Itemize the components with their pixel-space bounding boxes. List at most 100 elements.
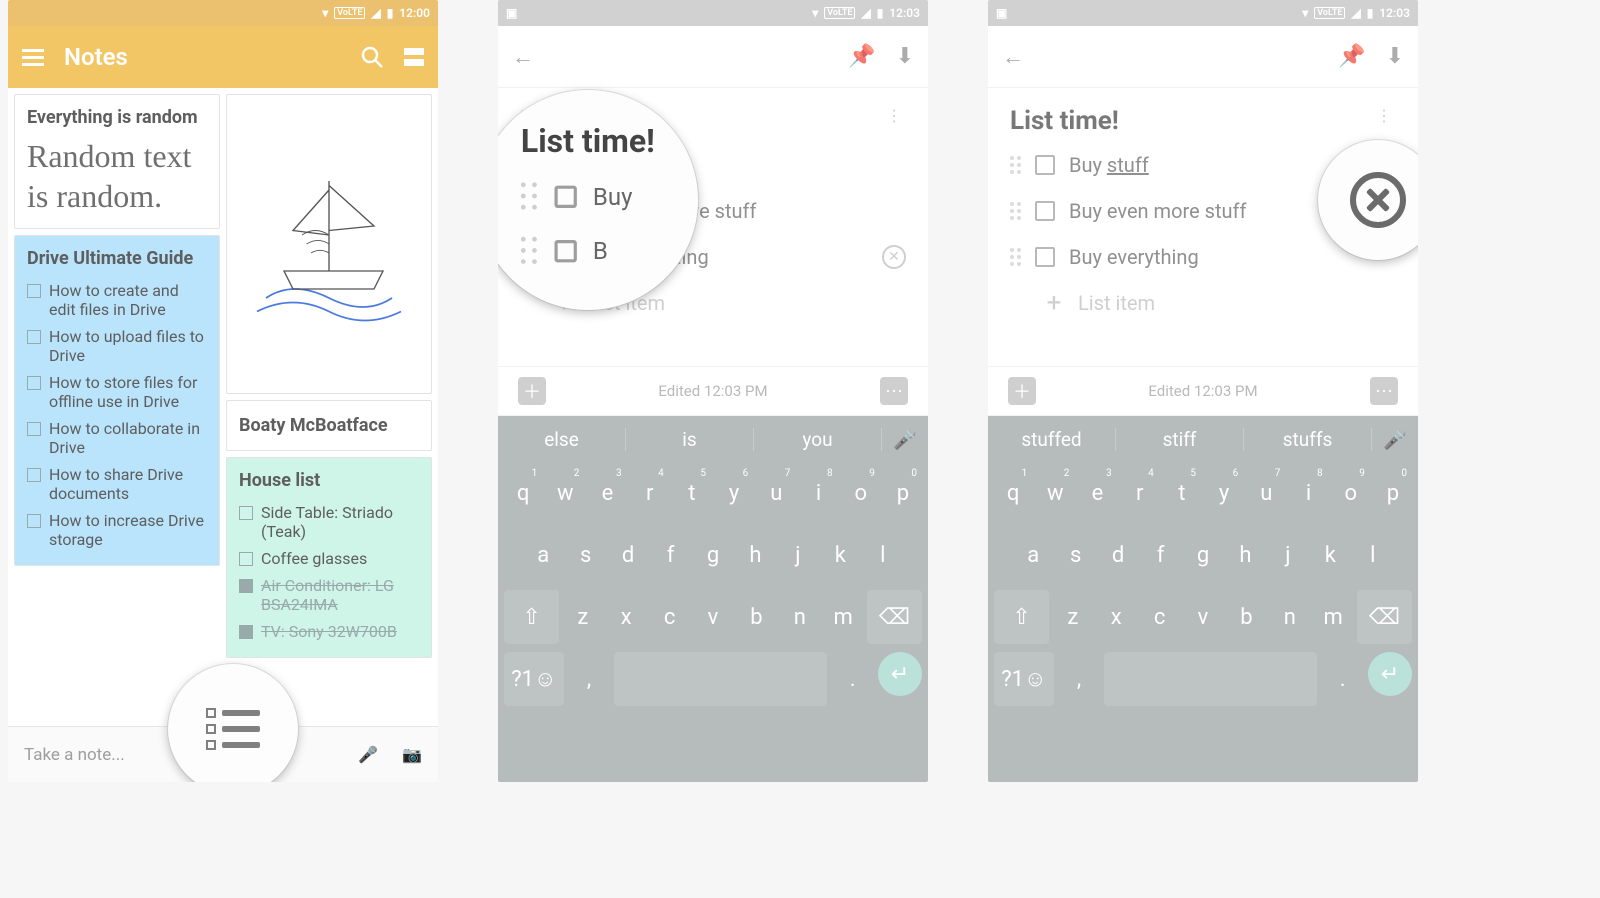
key[interactable]: j: [1269, 528, 1307, 582]
suggestion[interactable]: is: [626, 428, 754, 451]
shift-key[interactable]: ⇧: [994, 590, 1049, 644]
key[interactable]: i8: [799, 466, 837, 520]
add-content-button[interactable]: ＋: [518, 377, 546, 405]
symbols-key[interactable]: ?1☺: [994, 652, 1054, 706]
key[interactable]: n: [1270, 590, 1309, 644]
key[interactable]: b: [737, 590, 776, 644]
pin-icon[interactable]: 📌: [848, 44, 875, 69]
key[interactable]: d: [1099, 528, 1137, 582]
key[interactable]: a: [1014, 528, 1052, 582]
key[interactable]: k: [821, 528, 859, 582]
mic-icon[interactable]: 🎤: [358, 745, 378, 764]
key[interactable]: v: [1183, 590, 1222, 644]
key[interactable]: g: [1184, 528, 1222, 582]
key[interactable]: j: [779, 528, 817, 582]
checkbox[interactable]: [1035, 201, 1055, 221]
enter-key[interactable]: ↵: [1368, 652, 1412, 696]
key[interactable]: e3: [588, 466, 626, 520]
key[interactable]: u7: [757, 466, 795, 520]
note-card-random[interactable]: Everything is random Random text is rand…: [14, 94, 220, 229]
key[interactable]: t5: [673, 466, 711, 520]
space-key[interactable]: [614, 652, 827, 706]
symbols-key[interactable]: ?1☺: [504, 652, 564, 706]
backspace-key[interactable]: ⌫: [867, 590, 922, 644]
shift-key[interactable]: ⇧: [504, 590, 559, 644]
key[interactable]: x: [607, 590, 646, 644]
pin-icon[interactable]: 📌: [1338, 44, 1365, 69]
note-card-boat-title[interactable]: Boaty McBoatface: [226, 400, 432, 451]
checkbox[interactable]: [1035, 247, 1055, 267]
key[interactable]: q1: [504, 466, 542, 520]
reminder-icon[interactable]: ⋮: [886, 106, 928, 125]
key[interactable]: m: [823, 590, 862, 644]
suggestion[interactable]: else: [498, 428, 626, 451]
more-button[interactable]: ⋯: [880, 377, 908, 405]
enter-key[interactable]: ↵: [878, 652, 922, 696]
suggestion[interactable]: you: [754, 428, 882, 451]
key[interactable]: c: [1140, 590, 1179, 644]
period-key[interactable]: .: [1321, 652, 1364, 706]
key[interactable]: i8: [1289, 466, 1327, 520]
reminder-icon[interactable]: ⋮: [1376, 106, 1418, 125]
key[interactable]: r4: [631, 466, 669, 520]
key[interactable]: o9: [1332, 466, 1370, 520]
key[interactable]: h: [1226, 528, 1264, 582]
key[interactable]: r4: [1121, 466, 1159, 520]
suggestion[interactable]: stuffed: [988, 428, 1116, 451]
key[interactable]: l: [864, 528, 902, 582]
period-key[interactable]: .: [831, 652, 874, 706]
suggestion[interactable]: stiff: [1116, 428, 1244, 451]
key[interactable]: f: [1141, 528, 1179, 582]
add-item-row[interactable]: + List item: [1010, 280, 1396, 326]
key[interactable]: v: [693, 590, 732, 644]
space-key[interactable]: [1104, 652, 1317, 706]
new-list-icon[interactable]: [206, 708, 260, 750]
key[interactable]: k: [1311, 528, 1349, 582]
note-card-drawing[interactable]: [226, 94, 432, 394]
drag-handle-icon[interactable]: [1010, 156, 1021, 174]
search-icon[interactable]: [360, 45, 384, 69]
mic-icon[interactable]: 🎤: [882, 428, 928, 451]
mic-icon[interactable]: 🎤: [1372, 428, 1418, 451]
view-toggle-icon[interactable]: [404, 48, 424, 66]
key[interactable]: g: [694, 528, 732, 582]
key[interactable]: s: [566, 528, 604, 582]
key[interactable]: x: [1097, 590, 1136, 644]
drag-handle-icon[interactable]: [1010, 202, 1021, 220]
key[interactable]: u7: [1247, 466, 1285, 520]
key[interactable]: w2: [1036, 466, 1074, 520]
key[interactable]: h: [736, 528, 774, 582]
key[interactable]: p0: [1374, 466, 1412, 520]
key[interactable]: t5: [1163, 466, 1201, 520]
archive-icon[interactable]: ⬇: [896, 44, 914, 69]
suggestion[interactable]: stuffs: [1244, 428, 1372, 451]
key[interactable]: m: [1313, 590, 1352, 644]
key[interactable]: q1: [994, 466, 1032, 520]
key[interactable]: b: [1227, 590, 1266, 644]
key[interactable]: z: [563, 590, 602, 644]
archive-icon[interactable]: ⬇: [1386, 44, 1404, 69]
key[interactable]: e3: [1078, 466, 1116, 520]
camera-icon[interactable]: 📷: [402, 745, 422, 764]
delete-item-icon[interactable]: ✕: [882, 245, 906, 269]
comma-key[interactable]: ,: [1058, 652, 1101, 706]
key[interactable]: s: [1056, 528, 1094, 582]
hamburger-icon[interactable]: [22, 49, 44, 66]
key[interactable]: z: [1053, 590, 1092, 644]
key[interactable]: p0: [884, 466, 922, 520]
add-content-button[interactable]: ＋: [1008, 377, 1036, 405]
delete-item-icon[interactable]: [1350, 172, 1406, 228]
key[interactable]: y6: [1205, 466, 1243, 520]
key[interactable]: a: [524, 528, 562, 582]
note-card-drive[interactable]: Drive Ultimate Guide How to create and e…: [14, 235, 220, 566]
more-button[interactable]: ⋯: [1370, 377, 1398, 405]
backspace-key[interactable]: ⌫: [1357, 590, 1412, 644]
key[interactable]: o9: [842, 466, 880, 520]
key[interactable]: l: [1354, 528, 1392, 582]
note-card-house[interactable]: House list Side Table: Striado (Teak) Co…: [226, 457, 432, 658]
key[interactable]: y6: [715, 466, 753, 520]
back-icon[interactable]: ←: [512, 44, 534, 70]
back-icon[interactable]: ←: [1002, 44, 1024, 70]
key[interactable]: w2: [546, 466, 584, 520]
comma-key[interactable]: ,: [568, 652, 611, 706]
